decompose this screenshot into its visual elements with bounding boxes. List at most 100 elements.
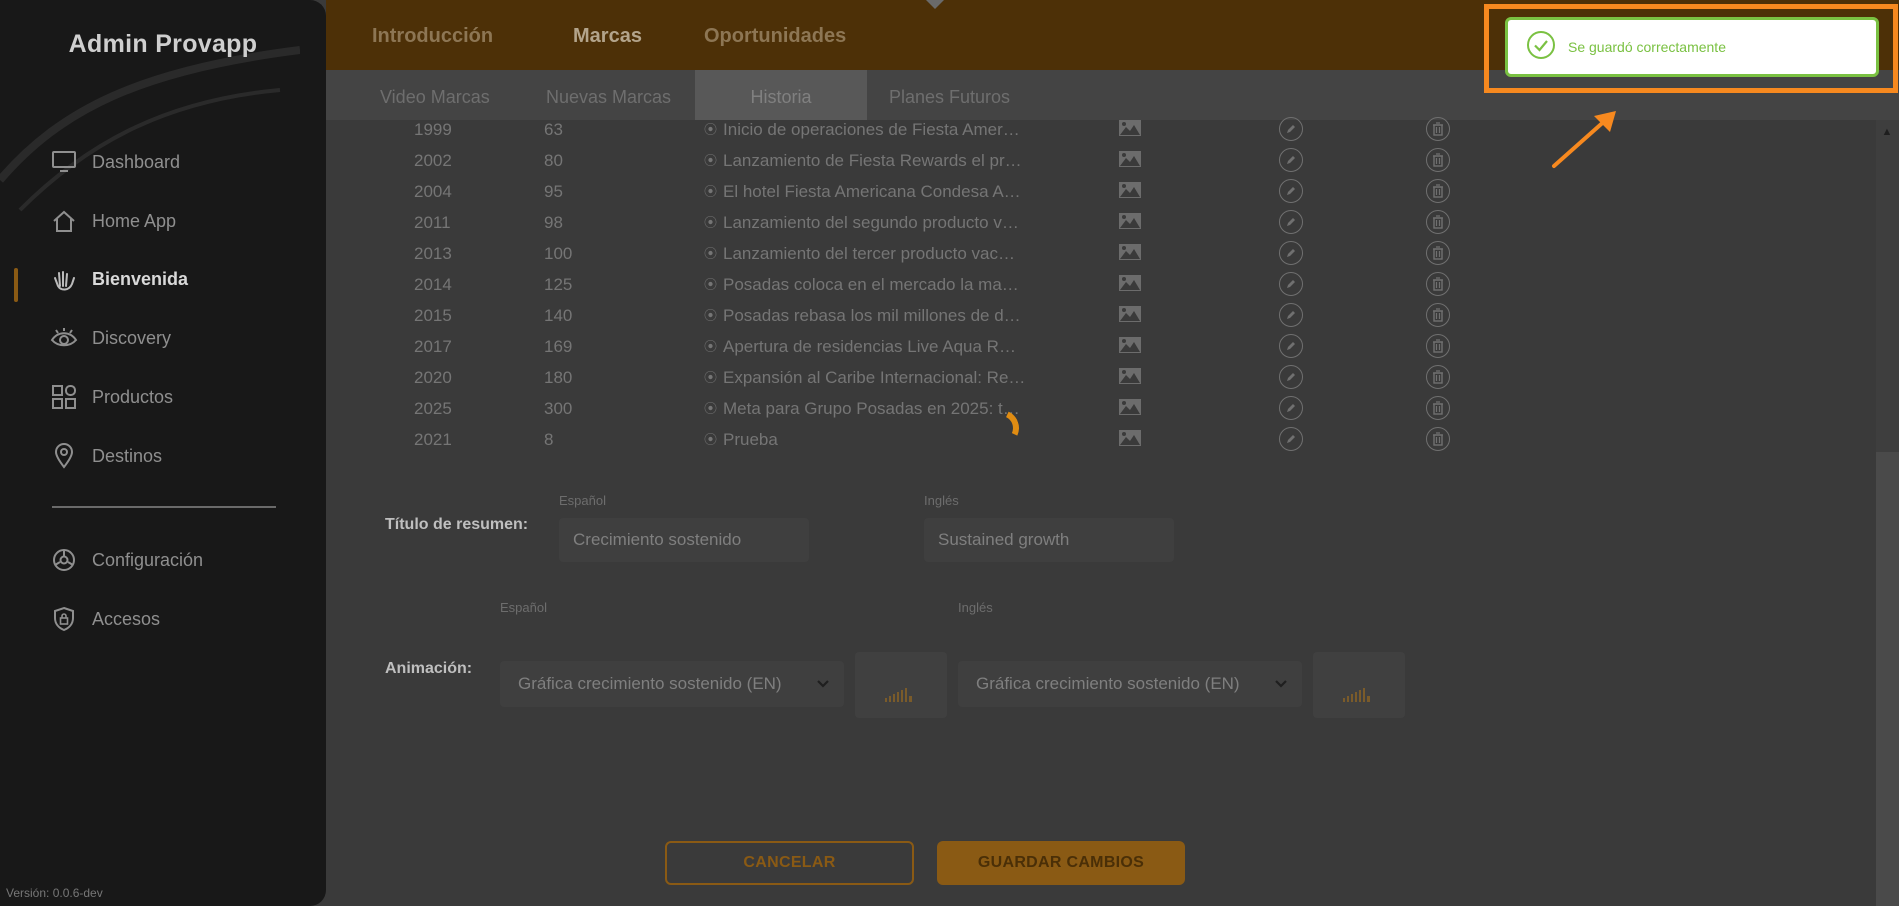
summary-title-label: Título de resumen: [385, 516, 529, 533]
row-value: 80 [544, 151, 563, 170]
image-icon[interactable] [1118, 212, 1142, 235]
toast-message: Se guardó correctamente [1568, 39, 1726, 55]
summary-es-input[interactable]: Crecimiento sostenido [559, 518, 809, 562]
row-year: 2021 [414, 430, 452, 449]
row-description: Lanzamiento de Fiesta Rewards el pr… [704, 151, 1344, 171]
tab-oportunidades[interactable]: Oportunidades [704, 25, 846, 48]
subtab-planes-futuros[interactable]: Planes Futuros [889, 70, 1010, 120]
delete-trash-icon[interactable] [1426, 210, 1450, 234]
animation-es-selected: Gráfica crecimiento sostenido (EN) [518, 674, 782, 693]
edit-pencil-icon[interactable] [1279, 117, 1303, 141]
edit-pencil-icon[interactable] [1279, 303, 1303, 327]
animation-es-select[interactable]: Gráfica crecimiento sostenido (EN) [500, 661, 844, 707]
sidebar-item-label: Discovery [92, 327, 172, 348]
sidebar-item-discovery[interactable]: Discovery [50, 320, 171, 356]
image-icon[interactable] [1118, 398, 1142, 421]
row-value: 63 [544, 120, 563, 139]
animation-es-label: Español [500, 600, 547, 615]
delete-trash-icon[interactable] [1426, 334, 1450, 358]
tab-marcas[interactable]: Marcas [573, 25, 642, 48]
house-icon [50, 207, 78, 235]
animation-en-select[interactable]: Gráfica crecimiento sostenido (EN) [958, 661, 1302, 707]
chevron-down-icon [816, 674, 830, 694]
delete-trash-icon[interactable] [1426, 179, 1450, 203]
row-description: Apertura de residencias Live Aqua R… [704, 337, 1344, 357]
image-icon[interactable] [1118, 336, 1142, 359]
table-row: 2013 100 Lanzamiento del tercer producto v… [326, 238, 1826, 269]
row-value: 300 [544, 399, 573, 418]
row-description: Meta para Grupo Posadas en 2025: t… [704, 399, 1344, 419]
sidebar-item-home-app[interactable]: Home App [50, 203, 176, 239]
table-row: 2025 300 Meta para Grupo Posadas en 2025: … [326, 393, 1826, 424]
edit-pencil-icon[interactable] [1279, 241, 1303, 265]
row-year: 2015 [414, 306, 452, 325]
image-icon[interactable] [1118, 119, 1142, 142]
summary-es-label: Español [559, 493, 606, 508]
image-icon[interactable] [1118, 305, 1142, 328]
sidebar: Admin Provapp Dashboard Home App Bienven… [0, 0, 326, 906]
sidebar-item-accesos[interactable]: Accesos [50, 601, 160, 637]
table-row: 2015 140 Posadas rebasa los mil millones d… [326, 300, 1826, 331]
edit-pencil-icon[interactable] [1279, 210, 1303, 234]
app-title: Admin Provapp [68, 30, 258, 58]
chevron-down-icon [1274, 674, 1288, 694]
image-icon[interactable] [1118, 274, 1142, 297]
edit-pencil-icon[interactable] [1279, 396, 1303, 420]
cancel-button[interactable]: CANCELAR [665, 841, 914, 885]
brand-swoosh-decoration [0, 46, 300, 212]
edit-pencil-icon[interactable] [1279, 272, 1303, 296]
sidebar-item-bienvenida[interactable]: Bienvenida [50, 261, 188, 297]
delete-trash-icon[interactable] [1426, 272, 1450, 296]
subtab-historia[interactable]: Historia [695, 70, 867, 120]
row-value: 95 [544, 182, 563, 201]
edit-pencil-icon[interactable] [1279, 365, 1303, 389]
delete-trash-icon[interactable] [1426, 241, 1450, 265]
edit-pencil-icon[interactable] [1279, 427, 1303, 451]
sidebar-item-productos[interactable]: Productos [50, 379, 173, 415]
subtab-nuevas-marcas[interactable]: Nuevas Marcas [546, 70, 671, 120]
image-icon[interactable] [1118, 367, 1142, 390]
image-icon[interactable] [1118, 429, 1142, 452]
animation-en-label: Inglés [958, 600, 993, 615]
summary-en-input[interactable]: Sustained growth [924, 518, 1174, 562]
sidebar-item-dashboard[interactable]: Dashboard [50, 144, 180, 180]
sidebar-item-label: Productos [92, 386, 174, 407]
table-row: 2011 98 Lanzamiento del segundo producto v… [326, 207, 1826, 238]
save-button[interactable]: GUARDAR CAMBIOS [937, 841, 1185, 885]
edit-pencil-icon[interactable] [1279, 179, 1303, 203]
row-year: 2014 [414, 275, 452, 294]
image-icon[interactable] [1118, 243, 1142, 266]
sidebar-item-label: Destinos [92, 445, 163, 466]
delete-trash-icon[interactable] [1426, 427, 1450, 451]
row-year: 2017 [414, 337, 452, 356]
scroll-up-arrow-icon[interactable]: ▲ [1877, 126, 1897, 138]
table-row: 2004 95 El hotel Fiesta Americana Condesa … [326, 176, 1826, 207]
eye-icon [50, 324, 78, 352]
edit-pencil-icon[interactable] [1279, 148, 1303, 172]
delete-trash-icon[interactable] [1426, 148, 1450, 172]
subtab-video-marcas[interactable]: Video Marcas [380, 70, 490, 120]
bar-chart-icon [1343, 688, 1370, 702]
row-description: Lanzamiento del segundo producto v… [704, 213, 1344, 233]
scrollbar-thumb[interactable] [1876, 452, 1899, 906]
sidebar-item-configuracion[interactable]: Configuración [50, 542, 203, 578]
row-description: Expansión al Caribe Internacional: Re… [704, 368, 1344, 388]
row-value: 8 [544, 430, 554, 449]
sidebar-item-destinos[interactable]: Destinos [50, 438, 162, 474]
delete-trash-icon[interactable] [1426, 396, 1450, 420]
animation-label: Animación: [385, 660, 473, 677]
row-year: 2025 [414, 399, 452, 418]
delete-trash-icon[interactable] [1426, 117, 1450, 141]
table-row: 2017 169 Apertura de residencias Live Aqua… [326, 331, 1826, 362]
check-circle-icon [1526, 30, 1556, 65]
delete-trash-icon[interactable] [1426, 365, 1450, 389]
table-row: 2020 180 Expansión al Caribe Internacional… [326, 362, 1826, 393]
image-icon[interactable] [1118, 181, 1142, 204]
tab-introduccion[interactable]: Introducción [372, 25, 493, 48]
shield-lock-icon [50, 605, 78, 633]
edit-pencil-icon[interactable] [1279, 334, 1303, 358]
delete-trash-icon[interactable] [1426, 303, 1450, 327]
active-tab-caret [926, 0, 944, 9]
image-icon[interactable] [1118, 150, 1142, 173]
grid-icon [50, 383, 78, 411]
